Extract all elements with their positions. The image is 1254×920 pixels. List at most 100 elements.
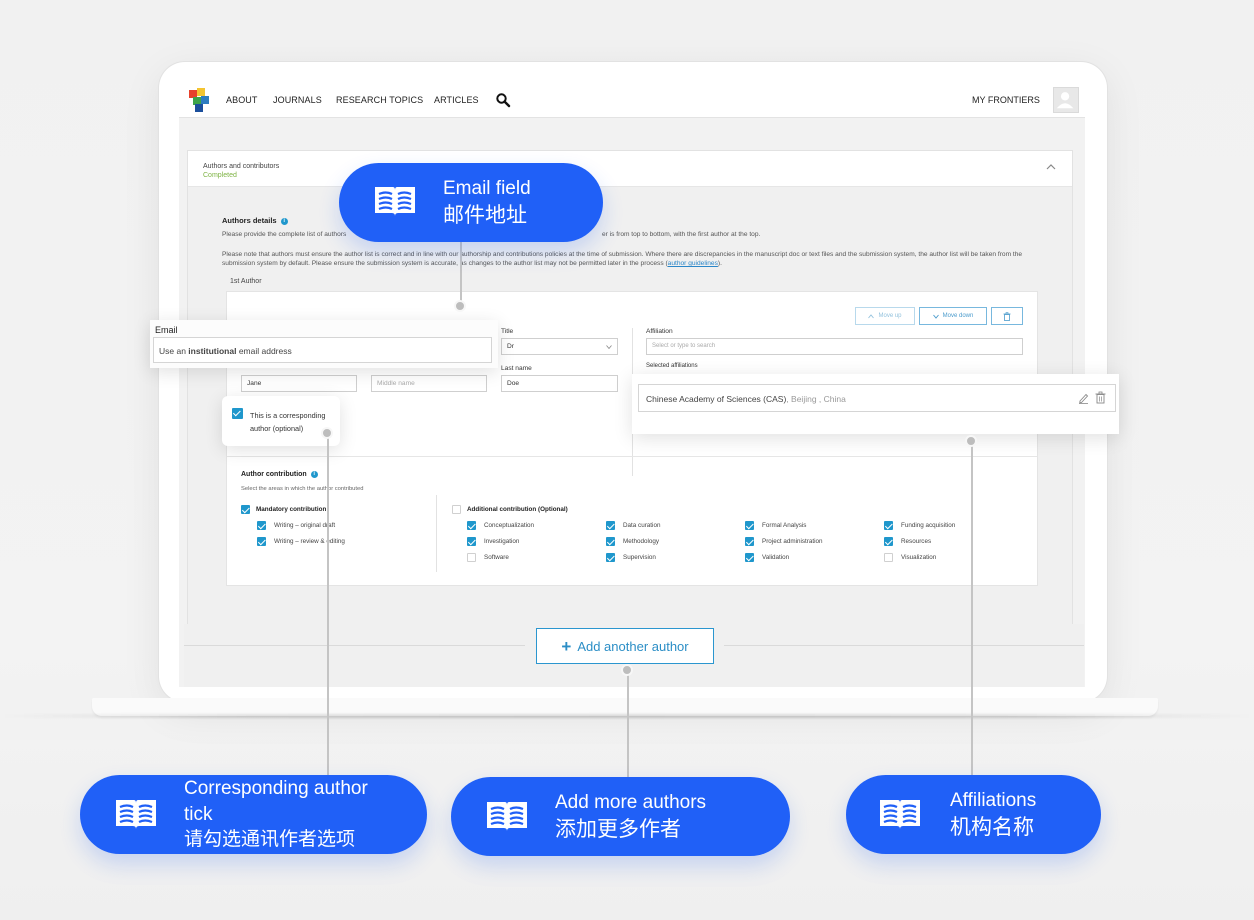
methodology-label: Methodology: [623, 538, 660, 545]
nav-about[interactable]: ABOUT: [226, 95, 258, 105]
connector-affiliations: [971, 441, 973, 776]
software-checkbox[interactable]: [467, 553, 476, 562]
trash-icon: [1003, 311, 1011, 321]
connector-dot-affiliations: [965, 435, 977, 447]
selected-affiliations-label: Selected affiliations: [646, 363, 698, 369]
authors-details-heading: Authors details i: [222, 216, 288, 225]
writing-original-draft-checkbox[interactable]: [257, 521, 266, 530]
connector-dot-email: [454, 300, 466, 312]
formal-analysis-checkbox[interactable]: [745, 521, 754, 530]
author-contribution-subtitle: Select the areas in which the author con…: [241, 486, 364, 492]
nav-journals[interactable]: JOURNALS: [273, 95, 322, 105]
corresponding-author-checkbox[interactable]: [232, 408, 243, 419]
top-nav: ABOUT JOURNALS RESEARCH TOPICS ARTICLES …: [179, 82, 1085, 118]
mandatory-contribution-label: Mandatory contribution: [256, 506, 327, 513]
affiliation-search-input[interactable]: Select or type to search: [646, 338, 1023, 355]
move-down-button[interactable]: Move down: [919, 307, 987, 325]
corresponding-callout-zh: 请勾选通讯作者选项: [184, 829, 356, 850]
add-more-callout-en: Add more authors: [555, 792, 707, 813]
additional-contribution-checkbox[interactable]: [452, 505, 461, 514]
intro-text-a: Please provide the complete list of auth…: [222, 231, 347, 238]
middle-name-input[interactable]: Middle name: [371, 375, 487, 392]
add-another-author-button[interactable]: + Add another author: [536, 628, 714, 664]
email-field-box: Email Use an institutional email address: [150, 320, 498, 368]
delete-author-button[interactable]: [991, 307, 1023, 325]
connector-add-more: [627, 670, 629, 778]
nav-research-topics[interactable]: RESEARCH TOPICS: [336, 95, 423, 105]
data-curation-checkbox[interactable]: [606, 521, 615, 530]
additional-contribution-label: Additional contribution (Optional): [467, 506, 568, 513]
resources-checkbox[interactable]: [884, 537, 893, 546]
connector-corresponding: [327, 433, 329, 776]
email-callout-zh: 邮件地址: [443, 204, 527, 227]
mandatory-contribution-checkbox[interactable]: [241, 505, 250, 514]
book-icon: [487, 802, 527, 831]
funding-acquisition-checkbox[interactable]: [884, 521, 893, 530]
author-contribution-heading: Author contribution i: [241, 471, 318, 478]
book-icon: [375, 187, 415, 216]
divider-left: [184, 645, 525, 646]
writing-review-editing-checkbox[interactable]: [257, 537, 266, 546]
writing-review-editing-label: Writing – review & editing: [274, 538, 345, 545]
affiliations-callout-zh: 机构名称: [950, 816, 1034, 839]
last-name-label: Last name: [501, 365, 532, 372]
affiliation-label: Affiliation: [646, 328, 673, 335]
book-icon: [880, 800, 920, 829]
methodology-checkbox[interactable]: [606, 537, 615, 546]
trash-icon[interactable]: [1095, 391, 1106, 404]
author-guidelines-link[interactable]: author guidelines: [668, 260, 718, 267]
edit-icon[interactable]: [1078, 392, 1089, 404]
validation-checkbox[interactable]: [745, 553, 754, 562]
title-select[interactable]: Dr: [501, 338, 618, 355]
section-status: Completed: [203, 172, 237, 179]
my-frontiers-link[interactable]: MY FRONTIERS: [972, 95, 1040, 105]
chevron-up-icon[interactable]: [1046, 163, 1056, 171]
book-icon: [116, 800, 156, 829]
add-more-callout: Add more authors 添加更多作者: [451, 777, 790, 856]
section-header[interactable]: Authors and contributors Completed: [188, 151, 1072, 187]
visualization-checkbox[interactable]: [884, 553, 893, 562]
email-field-callout: Email field 邮件地址: [339, 163, 603, 242]
intro-text-b: er is from top to bottom, with the first…: [602, 231, 761, 238]
affiliations-box: Chinese Academy of Sciences (CAS), Beiji…: [632, 374, 1119, 434]
investigation-label: Investigation: [484, 538, 520, 545]
add-more-callout-zh: 添加更多作者: [555, 818, 681, 841]
corresponding-callout: Corresponding author tick 请勾选通讯作者选项: [80, 775, 427, 854]
conceptualization-checkbox[interactable]: [467, 521, 476, 530]
email-label: Email: [155, 325, 178, 335]
search-icon[interactable]: [495, 92, 511, 108]
logo-icon[interactable]: [187, 87, 211, 113]
section-title: Authors and contributors: [203, 163, 280, 170]
data-curation-label: Data curation: [623, 522, 661, 529]
user-avatar-icon[interactable]: [1053, 87, 1079, 113]
affiliations-callout-en: Affiliations: [950, 790, 1037, 811]
visualization-label: Visualization: [901, 554, 937, 561]
author-ordinal-label: 1st Author: [230, 278, 262, 285]
info-icon[interactable]: i: [280, 218, 288, 225]
corresponding-author-box: This is a corresponding author (optional…: [222, 396, 340, 446]
connector-dot-corresponding: [321, 427, 333, 439]
move-up-button[interactable]: Move up: [855, 307, 915, 325]
last-name-input[interactable]: Doe: [501, 375, 618, 392]
info-icon[interactable]: i: [310, 471, 318, 478]
form-divider: [227, 456, 1037, 457]
project-administration-label: Project administration: [762, 538, 823, 545]
formal-analysis-label: Formal Analysis: [762, 522, 807, 529]
supervision-checkbox[interactable]: [606, 553, 615, 562]
investigation-checkbox[interactable]: [467, 537, 476, 546]
nav-articles[interactable]: ARTICLES: [434, 95, 479, 105]
resources-label: Resources: [901, 538, 932, 545]
project-administration-checkbox[interactable]: [745, 537, 754, 546]
affiliations-callout: Affiliations 机构名称: [846, 775, 1101, 854]
conceptualization-label: Conceptualization: [484, 522, 535, 529]
chevron-down-icon: [606, 345, 612, 349]
intro-text-policy: Please note that authors must ensure the…: [222, 251, 1023, 267]
divider-right: [724, 645, 1084, 646]
corresponding-author-label: This is a corresponding author (optional…: [250, 411, 326, 433]
first-name-input[interactable]: Jane: [241, 375, 357, 392]
writing-original-draft-label: Writing – original draft: [274, 522, 336, 529]
email-callout-en: Email field: [443, 178, 531, 199]
connector-dot-add-more: [621, 664, 633, 676]
email-input[interactable]: Use an institutional email address: [153, 337, 492, 363]
supervision-label: Supervision: [623, 554, 656, 561]
